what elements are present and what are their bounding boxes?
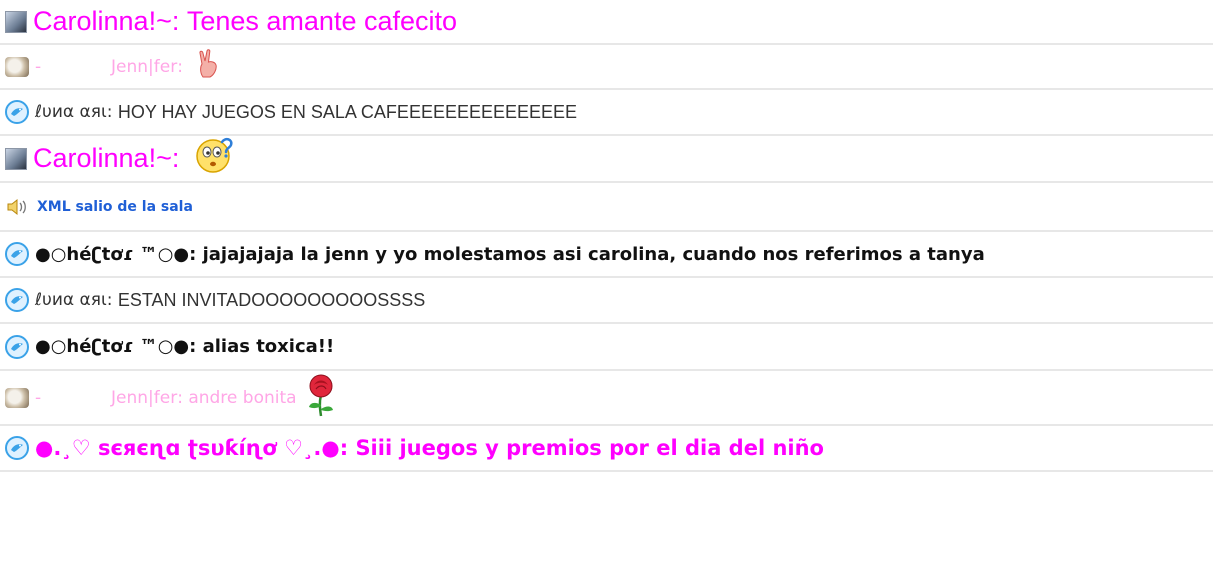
rose-emoji: [305, 373, 337, 422]
message-text: Siii juegos y premios por el dia del niñ…: [355, 436, 824, 460]
peace-hand-emoji: [196, 49, 222, 84]
chat-message: ℓυиα αяι: ESTAN INVITADOOOOOOOOOSSSS: [0, 278, 1213, 324]
chat-message: - Jenn|fer: andre bonita: [0, 371, 1213, 426]
author-separator: :: [189, 336, 203, 357]
chat-message: Carolinna!~: Tenes amante cafecito: [0, 0, 1213, 45]
chat-message: Carolinna!~:: [0, 136, 1213, 183]
chat-message: ●○héʗtơɾ ™○●: jajajajaja la jenn y yo mo…: [0, 232, 1213, 278]
chat-message: ●○héʗtơɾ ™○●: alias toxica!!: [0, 324, 1213, 371]
message-author[interactable]: Carolinna!~: [33, 6, 172, 37]
bird-avatar[interactable]: [5, 100, 29, 124]
author-separator: :: [106, 102, 118, 122]
dog-avatar[interactable]: [5, 387, 29, 408]
message-author[interactable]: Jenn|fer: [111, 388, 177, 408]
speaker-icon: [5, 197, 31, 217]
bird-avatar[interactable]: [5, 242, 29, 266]
message-text: alias toxica!!: [202, 336, 335, 357]
name-prefix: -: [35, 387, 42, 408]
author-separator: :: [339, 436, 356, 460]
message-text: HOY HAY JUEGOS EN SALA CAFEEEEEEEEEEEEEE…: [117, 101, 578, 122]
bird-avatar[interactable]: [5, 334, 29, 359]
photo-avatar[interactable]: [5, 147, 27, 170]
message-author[interactable]: ℓυиα αяι: [35, 290, 107, 310]
bird-avatar[interactable]: [5, 436, 29, 460]
message-author[interactable]: ●○héʗtơɾ ™○●: [35, 244, 189, 265]
message-text: andre bonita: [188, 387, 297, 408]
system-message: XML salio de la sala: [0, 183, 1213, 232]
author-separator: :: [171, 143, 187, 173]
message-author[interactable]: Carolinna!~: [33, 143, 172, 174]
message-text: jajajajaja la jenn y yo molestamos asi c…: [202, 243, 985, 265]
name-prefix: -: [35, 56, 42, 77]
message-text: ESTAN INVITADOOOOOOOOOSSSS: [117, 289, 426, 310]
chat-log: Carolinna!~: Tenes amante cafecito - Jen…: [0, 0, 1213, 472]
author-separator: :: [177, 387, 189, 408]
message-text: XML salio de la sala: [37, 198, 193, 215]
photo-avatar[interactable]: [5, 10, 27, 33]
message-author[interactable]: ●○héʗtơɾ ™○●: [35, 336, 189, 357]
bird-avatar[interactable]: [5, 288, 29, 312]
message-author[interactable]: ●.¸♡ ꜱєяєɳɑ ʈꜱυƙíɳơ ♡¸.●: [35, 436, 340, 460]
chat-message: - Jenn|fer:: [0, 45, 1213, 90]
chat-message: ℓυиα αяι: HOY HAY JUEGOS EN SALA CAFEEEE…: [0, 90, 1213, 136]
author-separator: :: [177, 56, 189, 77]
author-separator: :: [171, 6, 187, 36]
author-separator: :: [106, 290, 118, 310]
author-separator: :: [189, 243, 203, 265]
confused-face-emoji: [195, 136, 235, 181]
message-text: Tenes amante cafecito: [186, 6, 458, 36]
message-author[interactable]: ℓυиα αяι: [35, 102, 107, 122]
chat-message: ●.¸♡ ꜱєяєɳɑ ʈꜱυƙíɳơ ♡¸.●: Siii juegos y …: [0, 426, 1213, 472]
message-author[interactable]: Jenn|fer: [111, 57, 177, 77]
dog-avatar[interactable]: [5, 56, 29, 77]
